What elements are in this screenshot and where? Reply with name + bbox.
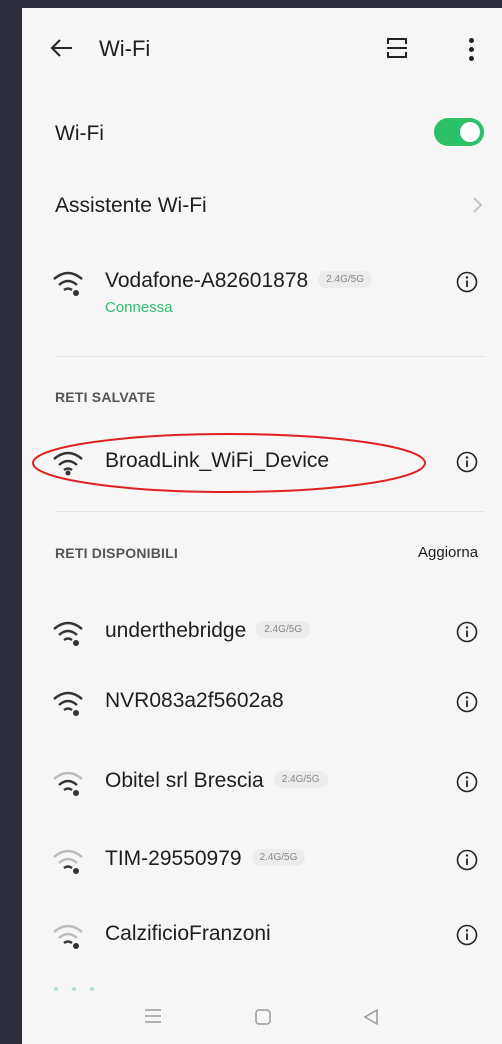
available-network-row[interactable]: NVR083a2f5602a8 xyxy=(22,673,502,733)
chevron-right-icon xyxy=(473,197,483,213)
info-icon[interactable] xyxy=(456,451,478,473)
connection-status: Connessa xyxy=(105,299,173,316)
connected-network-row[interactable]: Vodafone-A82601878 2.4G/5G Connessa xyxy=(22,253,502,316)
wifi-signal-icon xyxy=(53,771,83,796)
available-network-row[interactable]: underthebridge 2.4G/5G xyxy=(22,603,502,663)
wifi-settings-screen: Wi-Fi Wi-Fi Assistente Wi-Fi Vodafone-A8… xyxy=(22,8,502,1044)
available-network-row[interactable]: CalzificioFranzoni xyxy=(22,906,502,966)
assistant-row[interactable]: Assistente Wi-Fi xyxy=(55,194,207,218)
network-name-text: TIM-29550979 xyxy=(105,847,242,870)
network-name-text: Vodafone-A82601878 xyxy=(105,269,309,292)
info-icon[interactable] xyxy=(456,621,478,643)
band-badge: 2.4G/5G xyxy=(256,620,311,638)
network-name: Vodafone-A82601878 2.4G/5G xyxy=(105,269,373,293)
saved-networks-heading: RETI SALVATE xyxy=(55,389,156,405)
wifi-toggle-switch[interactable] xyxy=(434,118,484,146)
wifi-toggle-label: Wi-Fi xyxy=(55,122,104,145)
network-name: CalzificioFranzoni xyxy=(105,922,271,945)
network-name: Obitel srl Brescia 2.4G/5G xyxy=(105,769,328,793)
available-network-row[interactable]: TIM-29550979 2.4G/5G xyxy=(22,831,502,891)
menu-icon[interactable] xyxy=(144,1008,162,1024)
info-icon[interactable] xyxy=(456,691,478,713)
qr-scan-icon[interactable] xyxy=(386,36,408,60)
home-square-icon[interactable] xyxy=(254,1008,272,1026)
refresh-button[interactable]: Aggiorna xyxy=(418,544,478,561)
info-icon[interactable] xyxy=(456,771,478,793)
top-app-bar: Wi-Fi xyxy=(22,8,502,88)
network-name: TIM-29550979 2.4G/5G xyxy=(105,847,306,871)
wifi-signal-icon xyxy=(53,924,83,949)
network-name: underthebridge 2.4G/5G xyxy=(105,619,311,643)
red-highlight-ellipse xyxy=(32,433,426,493)
toggle-knob xyxy=(460,122,480,142)
band-badge: 2.4G/5G xyxy=(251,848,306,866)
divider xyxy=(55,511,485,512)
wifi-signal-icon xyxy=(53,849,83,874)
band-badge: 2.4G/5G xyxy=(318,270,373,288)
info-icon[interactable] xyxy=(456,849,478,871)
network-name-text: underthebridge xyxy=(105,619,247,642)
more-vertical-icon[interactable] xyxy=(467,38,475,62)
system-navigation-bar xyxy=(22,998,502,1044)
wifi-signal-icon xyxy=(53,621,83,646)
arrow-left-icon[interactable] xyxy=(50,38,74,58)
network-name-text: Obitel srl Brescia xyxy=(105,769,264,792)
back-triangle-icon[interactable] xyxy=(362,1008,380,1026)
band-badge: 2.4G/5G xyxy=(273,770,328,788)
partial-wifi-icon xyxy=(54,987,94,991)
wifi-signal-icon xyxy=(53,691,83,716)
info-icon[interactable] xyxy=(456,271,478,293)
available-networks-heading: RETI DISPONIBILI xyxy=(55,545,178,561)
available-network-row[interactable]: Obitel srl Brescia 2.4G/5G xyxy=(22,753,502,813)
network-name: NVR083a2f5602a8 xyxy=(105,689,284,712)
info-icon[interactable] xyxy=(456,924,478,946)
page-title: Wi-Fi xyxy=(99,36,151,61)
wifi-signal-icon xyxy=(53,271,83,296)
divider xyxy=(55,356,485,357)
